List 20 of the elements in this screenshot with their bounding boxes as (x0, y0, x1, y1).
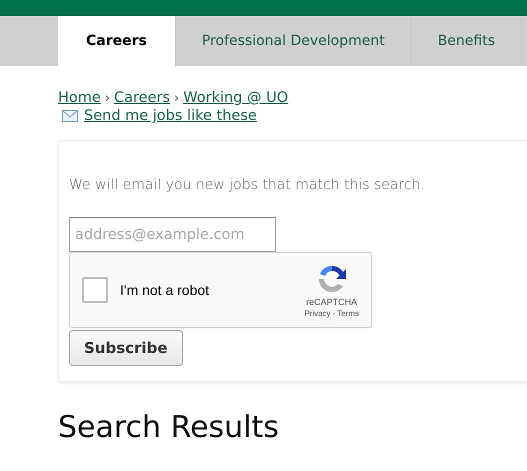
nav-tab[interactable]: Careers (58, 16, 176, 66)
page-heading: Search Results (58, 410, 280, 445)
nav-tab[interactable]: Professional Development (176, 16, 412, 66)
nav-tab[interactable]: Benefits (412, 16, 522, 66)
breadcrumb-link[interactable]: Home (58, 90, 101, 106)
link-separator: - (332, 308, 336, 318)
breadcrumb-separator: › (104, 90, 110, 106)
checkbox-label: I'm not a robot (120, 282, 210, 298)
subscribe-button[interactable]: Subscribe (69, 330, 182, 366)
recaptcha-brand: reCAPTCHA (306, 296, 358, 306)
robot-checkbox[interactable] (82, 277, 108, 303)
terms-link[interactable]: Terms (337, 308, 359, 318)
breadcrumb-link[interactable]: Working @ UO (183, 90, 288, 106)
privacy-link[interactable]: Privacy (304, 308, 331, 318)
intro-text: We will email you new jobs that match this search. (69, 177, 426, 193)
email-field[interactable]: address@example.com (69, 217, 276, 252)
breadcrumb-separator: › (174, 90, 180, 106)
subscribe-link[interactable]: Send me jobs like these (84, 108, 257, 124)
breadcrumb-link[interactable]: Careers (114, 90, 170, 106)
envelope-icon (62, 110, 78, 122)
